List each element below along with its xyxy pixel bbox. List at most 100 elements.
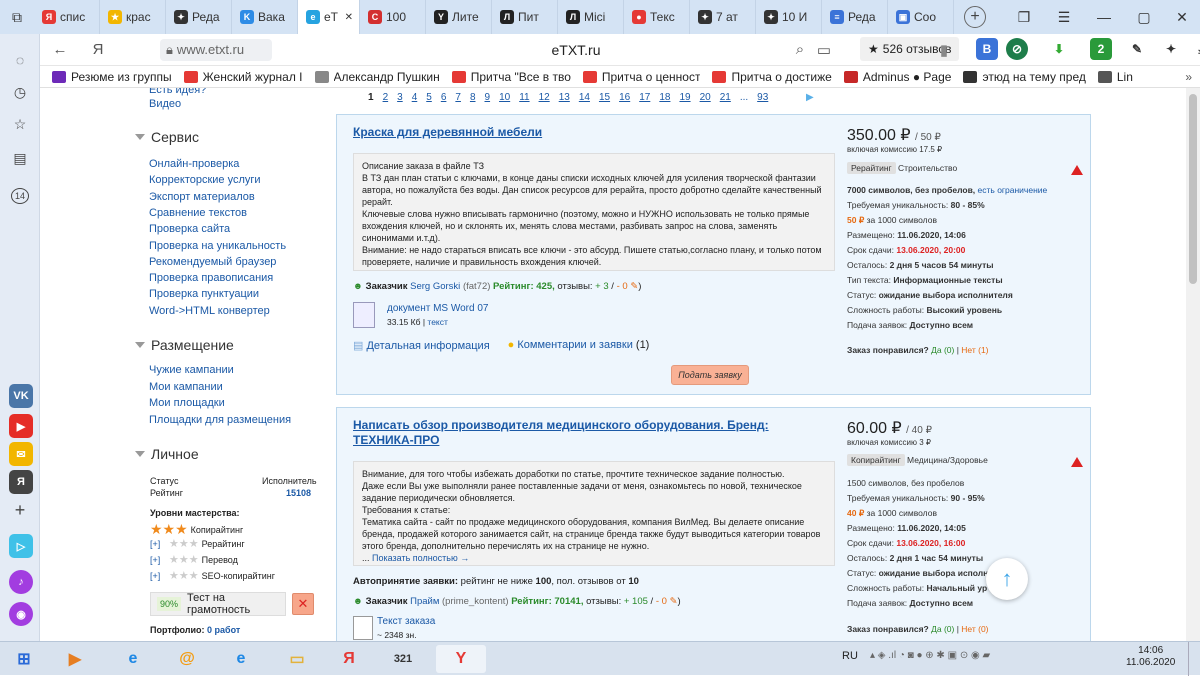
file-text-link[interactable]: текст — [427, 317, 447, 327]
comments-link[interactable]: Комментарии и заявки — [517, 339, 632, 351]
collections-icon[interactable]: ▤ — [10, 148, 30, 168]
reviews-positive[interactable]: + 105 — [624, 596, 648, 607]
mail-icon[interactable]: ✉ — [9, 442, 33, 466]
like-no-link[interactable]: Нет (0) — [961, 624, 988, 634]
yandex-icon[interactable]: Я — [9, 470, 33, 494]
reviews-negative[interactable]: - 0 — [617, 281, 628, 292]
page-link[interactable]: 10 — [499, 92, 510, 103]
apply-button[interactable]: Подать заявку — [671, 365, 749, 385]
placement-link[interactable]: Площадки для размещения — [149, 414, 291, 426]
bookmarks-icon[interactable]: ☆ — [10, 114, 30, 134]
page-link[interactable]: 20 — [700, 92, 711, 103]
bookmark-item[interactable]: Притча о ценност — [582, 70, 700, 84]
tabs-menu-icon[interactable]: ⧉ — [0, 0, 34, 34]
show-desktop-button[interactable] — [1188, 642, 1200, 676]
clock[interactable]: 14:06 11.06.2020 — [1126, 645, 1175, 669]
media-321-icon[interactable]: 321 — [386, 645, 420, 673]
next-page-icon[interactable]: ▶ — [806, 92, 814, 103]
service-link[interactable]: Проверка на уникальность — [149, 240, 286, 252]
page-link[interactable]: 8 — [470, 92, 476, 103]
new-tab-button[interactable]: + — [964, 6, 986, 28]
ext-badge-icon[interactable]: 2 — [1090, 38, 1112, 60]
like-yes-link[interactable]: Да (0) — [931, 624, 954, 634]
order-title[interactable]: Написать обзор производителя медицинског… — [353, 418, 823, 448]
close-window-icon[interactable]: ✕ — [1162, 0, 1200, 34]
page-link[interactable]: 4 — [412, 92, 418, 103]
video-link[interactable]: Видео — [149, 98, 181, 110]
service-link[interactable]: Онлайн-проверка — [149, 158, 239, 170]
service-link[interactable]: Word->HTML конвертер — [149, 305, 270, 317]
ext-chat-icon[interactable]: ✎ — [1126, 38, 1148, 60]
tab-manager-icon[interactable]: ❐ — [1004, 0, 1044, 34]
placement-link[interactable]: Чужие кампании — [149, 364, 234, 376]
bookmarks-more-icon[interactable]: » — [1185, 70, 1192, 84]
tray-icons[interactable]: ▴ ◈ .ıl ◔ ◙ ● ⊕ ✱ ▣ ⊙ ◉ ▰ — [870, 650, 990, 661]
start-button[interactable]: ⊞ — [4, 645, 44, 673]
bookmark-item[interactable]: Резюме из группы — [52, 70, 172, 84]
menu-icon[interactable]: ☰ — [1044, 0, 1084, 34]
bookmark-item[interactable]: Притча "Все в тво — [451, 70, 571, 84]
page-link[interactable]: 18 — [659, 92, 670, 103]
portfolio-value[interactable]: 0 работ — [207, 625, 240, 635]
placement-link[interactable]: Мои площадки — [149, 397, 225, 409]
page-link[interactable]: 5 — [426, 92, 432, 103]
messenger-icon[interactable]: ▷ — [9, 534, 33, 558]
service-link[interactable]: Сравнение текстов — [149, 207, 247, 219]
placement-section[interactable]: Размещение — [135, 337, 234, 353]
tab[interactable]: ✦ Реда — [166, 0, 232, 34]
bookmark-item[interactable]: этюд на тему пред — [963, 70, 1086, 84]
page-link[interactable]: 19 — [679, 92, 690, 103]
personal-section[interactable]: Личное — [135, 446, 199, 462]
page-link[interactable]: 16 — [619, 92, 630, 103]
add-panel-icon[interactable]: + — [10, 500, 30, 520]
tabs-count-icon[interactable]: 14 — [10, 186, 30, 206]
tab[interactable]: Л Місі — [558, 0, 624, 34]
ext-puzzle-icon[interactable]: ✦ — [1160, 38, 1182, 60]
tab[interactable]: Яспис — [34, 0, 100, 34]
order-title[interactable]: Краска для деревянной мебели — [353, 125, 542, 139]
yandex-taskbar-icon[interactable]: Я — [332, 645, 366, 673]
reviews-negative[interactable]: - 0 — [656, 596, 667, 607]
maximize-icon[interactable]: ▢ — [1124, 0, 1164, 34]
service-link[interactable]: Рекомендуемый браузер — [149, 256, 276, 268]
skill-expand-link[interactable]: [+] — [150, 555, 166, 565]
ext-b-icon[interactable]: B — [976, 38, 998, 60]
page-link[interactable]: 2 — [383, 92, 389, 103]
history-icon[interactable]: ◷ — [10, 82, 30, 102]
service-section[interactable]: Сервис — [135, 129, 199, 145]
bookmark-item[interactable]: Женский журнал I — [183, 70, 303, 84]
grammar-test[interactable]: 90% Тест на грамотность — [150, 592, 286, 616]
mail-app-icon[interactable]: @ — [170, 645, 204, 673]
page-link[interactable]: 13 — [559, 92, 570, 103]
page-link[interactable]: 7 — [455, 92, 461, 103]
music-icon[interactable]: ♪ — [9, 570, 33, 594]
bookmark-icon[interactable]: ▮ — [932, 41, 956, 59]
like-yes-link[interactable]: Да (0) — [931, 345, 954, 355]
page-link[interactable]: 21 — [720, 92, 731, 103]
placement-link[interactable]: Мои кампании — [149, 381, 223, 393]
alice-icon[interactable]: ◌ — [10, 50, 30, 70]
service-link[interactable]: Корректорские услуги — [149, 174, 261, 186]
ext-g-icon[interactable]: ⊘ — [1006, 38, 1028, 60]
close-test-icon[interactable]: ✕ — [292, 593, 314, 615]
page-link[interactable]: 6 — [441, 92, 447, 103]
yandex-home-icon[interactable]: Я — [86, 41, 110, 58]
ie-icon[interactable]: e — [116, 645, 150, 673]
file-link[interactable]: документ MS Word 07 — [387, 303, 488, 314]
search-icon[interactable]: ⌕ — [788, 41, 812, 58]
page-link[interactable]: 93 — [757, 92, 768, 103]
show-more-link[interactable]: Показать полностью → — [372, 553, 469, 563]
bookmark-item[interactable]: Adminus ● Page — [843, 70, 951, 84]
page-link[interactable]: 15 — [599, 92, 610, 103]
language-indicator[interactable]: RU — [842, 650, 858, 662]
tab[interactable]: ✦ 7 ат — [690, 0, 756, 34]
skill-expand-link[interactable]: [+] — [150, 539, 166, 549]
file-link[interactable]: Текст заказа — [377, 616, 435, 627]
bookmark-item[interactable]: Александр Пушкин — [314, 70, 440, 84]
page-link[interactable]: 11 — [519, 92, 529, 103]
explorer-icon[interactable]: ▭ — [280, 645, 314, 673]
minimize-icon[interactable]: — — [1084, 0, 1124, 34]
bookmark-item[interactable]: Lin — [1097, 70, 1133, 84]
tab[interactable]: C 100 — [360, 0, 426, 34]
scroll-top-button[interactable]: ↑ — [986, 558, 1028, 600]
